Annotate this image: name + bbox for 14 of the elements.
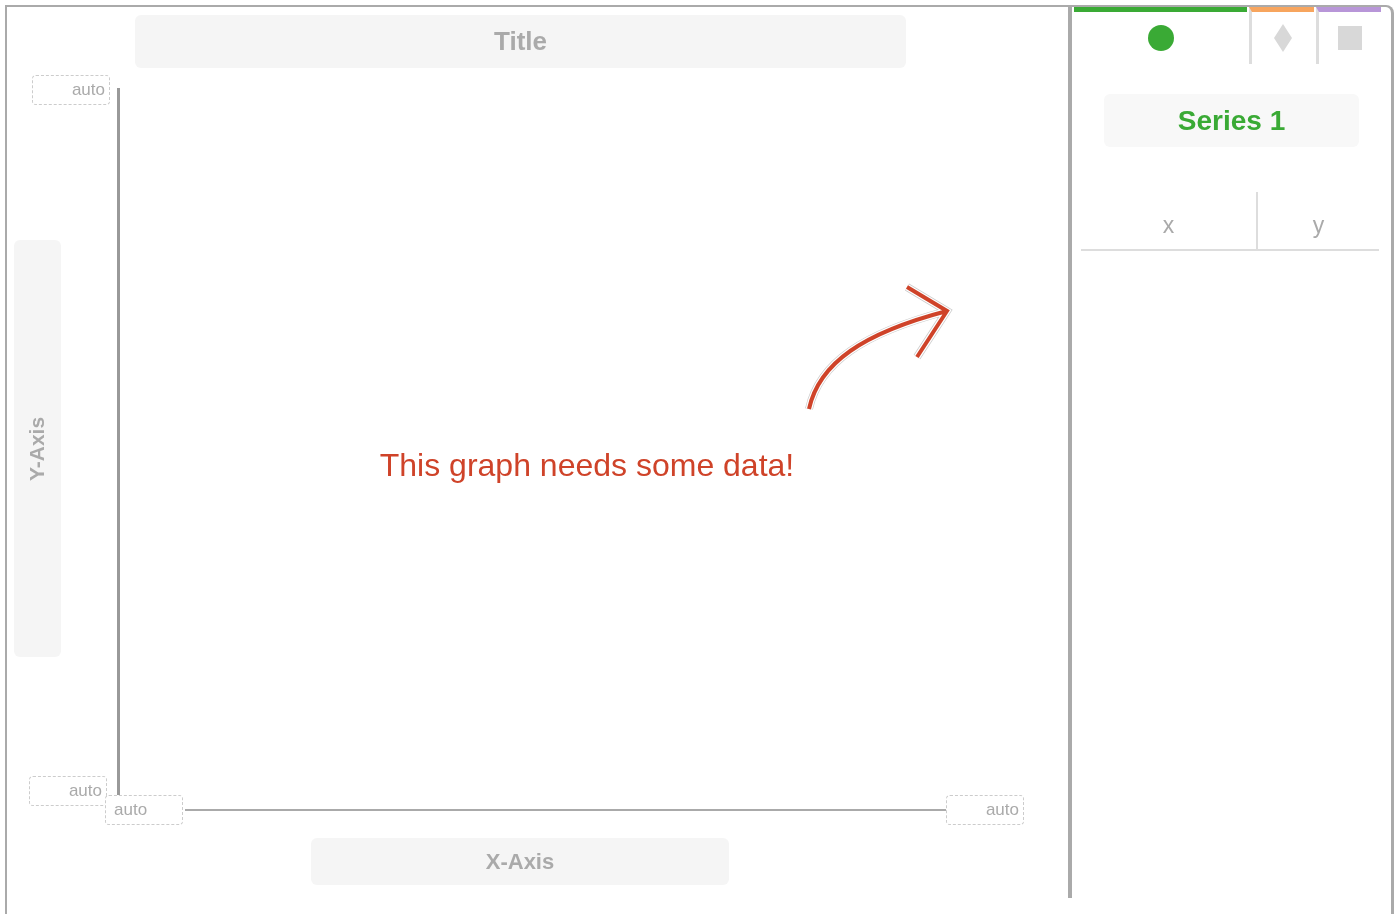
x-min-field[interactable]: auto — [105, 795, 183, 825]
column-header: x — [1161, 211, 1176, 240]
y-max-field[interactable]: auto — [32, 75, 110, 105]
y-axis-label-field[interactable]: Y-Axis — [14, 240, 61, 657]
y-min-field[interactable]: auto — [29, 776, 107, 806]
x-axis-label-field[interactable]: X-Axis — [311, 838, 729, 885]
column-header: y — [1256, 192, 1379, 249]
series-tab[interactable] — [1249, 7, 1314, 64]
title-field[interactable]: Title — [135, 15, 906, 68]
arrow-icon — [805, 283, 951, 413]
series-tab[interactable] — [1316, 7, 1381, 64]
empty-message: This graph needs some data! — [378, 447, 796, 484]
series-name-field[interactable]: Series 1 — [1104, 94, 1359, 147]
x-max-field[interactable]: auto — [946, 795, 1024, 825]
